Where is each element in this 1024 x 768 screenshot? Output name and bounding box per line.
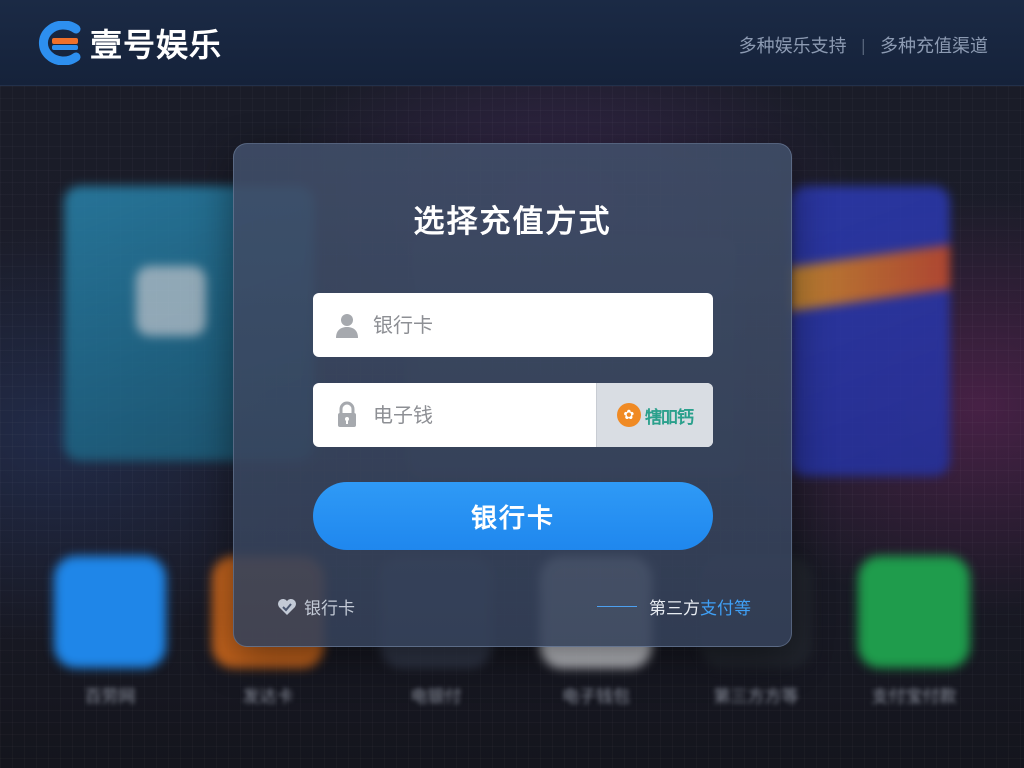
bg-app-label-3: 电银付 — [410, 687, 462, 707]
brand-name: 壹号娱乐 — [90, 26, 223, 64]
bg-app-label-4: 电子钱包 — [562, 687, 630, 707]
third-party-prefix: 第三方 — [649, 599, 700, 619]
bg-app-icon-1 — [54, 556, 166, 668]
header-link-entertainment[interactable]: 多种娱乐支持 — [739, 32, 847, 58]
bg-app-label-6: 支付宝付款 — [871, 687, 957, 707]
modal-title: 选择充值方式 — [413, 204, 612, 240]
header-links: 多种娱乐支持 | 多种充值渠道 — [739, 32, 988, 58]
bg-app-label-2: 发达卡 — [242, 687, 294, 707]
bg-app-label-1: 百劳网 — [84, 687, 136, 707]
captcha-image[interactable]: ✿ 犗吅钙 — [596, 383, 713, 447]
lock-icon — [338, 401, 356, 427]
third-party-highlight: 支付等 — [700, 599, 751, 619]
bg-card-right — [790, 186, 950, 476]
remember-option[interactable]: 银行卡 — [276, 594, 355, 619]
heart-check-icon — [278, 598, 296, 615]
divider-line — [597, 606, 637, 607]
bg-app-label-5: 第三方方等 — [713, 687, 799, 707]
logo-icon — [39, 21, 81, 65]
captcha-text: 犗吅钙 — [645, 407, 694, 428]
third-party-link[interactable]: 第三方 支付等 — [597, 594, 751, 619]
bg-app-icon-6 — [858, 556, 970, 668]
brand-logo[interactable]: 壹号娱乐 — [36, 20, 222, 66]
bank-card-input[interactable] — [373, 293, 593, 357]
top-header: 壹号娱乐 多种娱乐支持 | 多种充值渠道 — [0, 0, 1024, 86]
user-icon — [336, 314, 358, 338]
wallet-field[interactable]: ✿ 犗吅钙 — [313, 383, 713, 447]
submit-button[interactable]: 银行卡 — [313, 482, 713, 550]
wallet-input[interactable] — [373, 383, 593, 447]
bank-card-field[interactable] — [313, 293, 713, 357]
recharge-modal: 选择充值方式 ✿ 犗吅钙 银行卡 银行卡 第三方 支付等 — [233, 143, 792, 647]
remember-label: 银行卡 — [304, 599, 355, 619]
header-link-recharge[interactable]: 多种充值渠道 — [880, 32, 988, 58]
captcha-logo-icon: ✿ — [617, 403, 641, 427]
header-separator: | — [860, 35, 866, 55]
